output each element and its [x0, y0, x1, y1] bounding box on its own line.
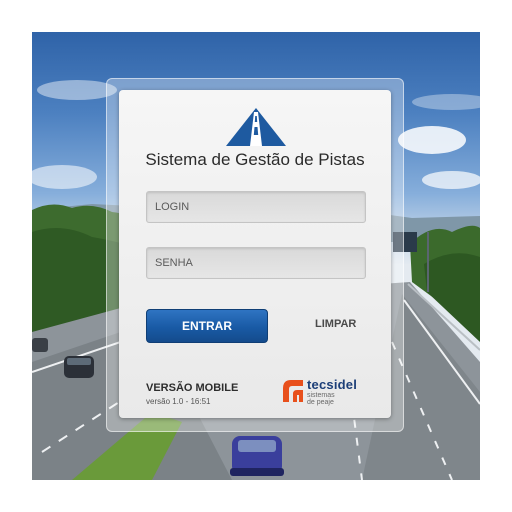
mobile-version-link[interactable]: VERSÃO MOBILE — [146, 382, 238, 394]
highway-logo-icon — [226, 108, 286, 146]
brand-logo: tecsidel sistemas de peaje — [283, 377, 379, 409]
login-input[interactable] — [146, 191, 366, 223]
brand-name: tecsidel — [307, 377, 358, 392]
clear-button[interactable]: LIMPAR — [315, 318, 356, 330]
brand-tagline: sistemas de peaje — [307, 392, 335, 406]
tecsidel-logo-icon — [283, 380, 303, 402]
login-button[interactable]: ENTRAR — [146, 309, 268, 343]
brand-tagline-line1: sistemas — [307, 392, 335, 399]
version-text: versão 1.0 - 16:51 — [146, 397, 211, 406]
app-title: Sistema de Gestão de Pistas — [145, 150, 365, 169]
brand-tagline-line2: de peaje — [307, 399, 334, 406]
login-card: Sistema de Gestão de Pistas ENTRAR LIMPA… — [119, 90, 391, 418]
password-input[interactable] — [146, 247, 366, 279]
